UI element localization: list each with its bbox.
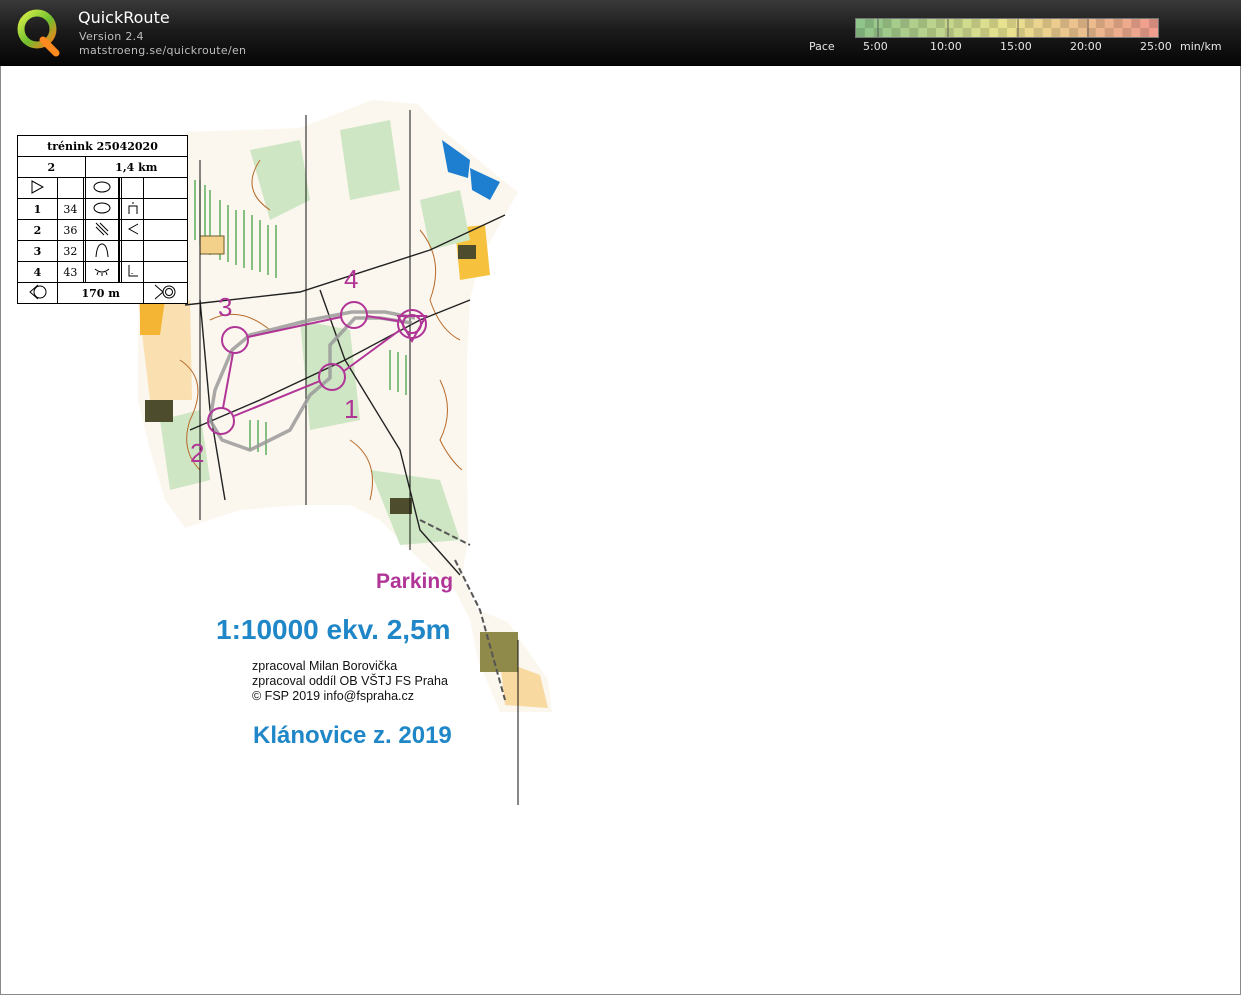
card-row-code: 43 — [56, 261, 84, 283]
map-credit-line: © FSP 2019 info@fspraha.cz — [252, 689, 415, 703]
card-row-num: 2 — [17, 219, 58, 241]
map-credit-line: zpracoval oddíl OB VŠTJ FS Praha — [252, 674, 448, 688]
finish-start-icon — [17, 282, 58, 304]
parking-label: Parking — [376, 570, 454, 593]
card-row-code: 34 — [56, 198, 84, 220]
control-description-card: trénink 25042020 2 1,4 km 1 34 2 36 3 32… — [17, 135, 189, 304]
depression-icon — [84, 198, 119, 220]
vegetation-symbol-icon — [84, 219, 119, 241]
foot-side-icon — [120, 198, 145, 220]
card-title: trénink 25042020 — [17, 135, 188, 157]
card-row-num: 4 — [17, 261, 58, 283]
card-row-num: 3 — [17, 240, 58, 262]
start-triangle-icon — [17, 177, 58, 199]
reentrant-icon — [84, 261, 119, 283]
control-label-3: 3 — [218, 292, 232, 322]
corner-icon — [120, 219, 145, 241]
card-row-code: 32 — [56, 240, 84, 262]
card-length: 1,4 km — [84, 156, 189, 178]
card-course: 2 — [17, 156, 86, 178]
card-row-code: 36 — [56, 219, 84, 241]
foot-corner-icon — [120, 261, 145, 283]
map-title: Klánovice z. 2019 — [253, 722, 452, 749]
control-label-2: 2 — [190, 438, 204, 468]
knoll-icon — [84, 240, 119, 262]
control-label-1: 1 — [344, 394, 358, 424]
map-credit-line: zpracoval Milan Borovička — [252, 659, 398, 673]
depression-icon — [84, 177, 119, 199]
card-row-num: 1 — [17, 198, 58, 220]
map-scale-text: 1:10000 ekv. 2,5m — [216, 614, 451, 645]
control-label-4: 4 — [344, 264, 358, 294]
finish-icon — [143, 282, 188, 304]
card-finish-distance: 170 m — [56, 282, 145, 304]
